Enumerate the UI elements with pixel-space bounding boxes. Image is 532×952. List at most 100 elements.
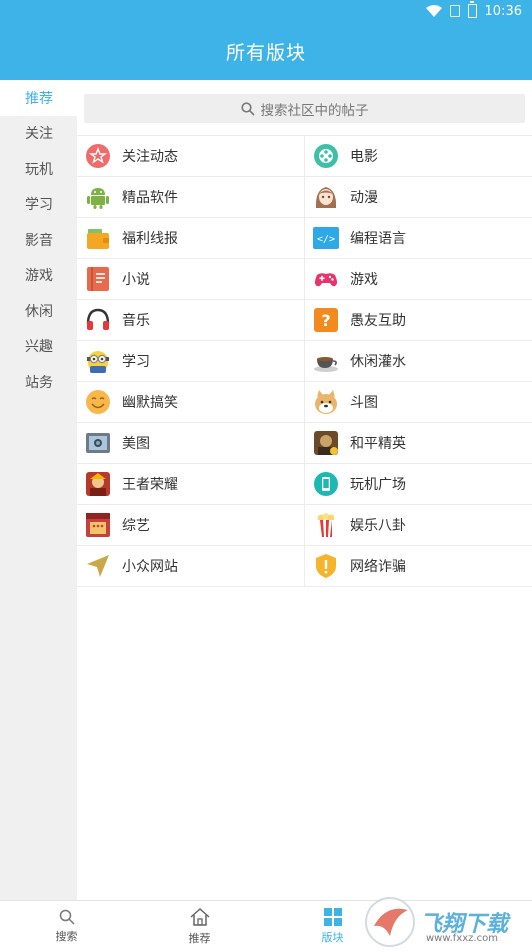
coffee-cup-icon — [313, 348, 339, 374]
headphones-icon — [85, 307, 111, 333]
hero-avatar-icon — [85, 471, 111, 497]
game-avatar-icon — [313, 430, 339, 456]
search-icon — [240, 101, 255, 116]
status-time: 10:36 — [484, 3, 522, 19]
photo-icon — [85, 430, 111, 456]
tab-recommend-label: 推荐 — [188, 932, 211, 945]
board-item[interactable]: 幽默搞笑 — [77, 382, 305, 422]
minion-icon — [85, 348, 111, 374]
sidebar-item[interactable]: 玩机 — [0, 151, 77, 187]
board-item[interactable]: 玩机广场 — [305, 464, 532, 504]
phone-icon — [313, 471, 339, 497]
board-row: 综艺 娱乐八卦 — [77, 505, 532, 546]
board-item[interactable]: 学习 — [77, 341, 305, 381]
board-item[interactable]: 王者荣耀 — [77, 464, 305, 504]
board-item[interactable]: ? 愚友互助 — [305, 300, 532, 340]
board-item[interactable]: 小说 — [77, 259, 305, 299]
board-row: 福利线报 </> 编程语言 — [77, 218, 532, 259]
watermark-sub: www.fxxz.com — [426, 933, 498, 944]
board-item-label: 王者荣耀 — [122, 477, 178, 493]
board-item[interactable]: 休闲灌水 — [305, 341, 532, 381]
tab-search[interactable]: 搜索 — [0, 901, 133, 952]
watermark-bird-icon — [365, 897, 415, 947]
board-item-label: 学习 — [122, 354, 150, 370]
board-item[interactable]: 关注动态 — [77, 136, 305, 176]
board-item-label: 斗图 — [350, 395, 378, 411]
sidebar-item[interactable]: 学习 — [0, 187, 77, 223]
board-item[interactable]: 精品软件 — [77, 177, 305, 217]
board-item[interactable]: 小众网站 — [77, 546, 305, 586]
board-item-label: 幽默搞笑 — [122, 395, 178, 411]
board-item[interactable]: 综艺 — [77, 505, 305, 545]
sidebar-item[interactable]: 游戏 — [0, 258, 77, 294]
sidebar-item[interactable]: 影音 — [0, 222, 77, 258]
category-sidebar: 推荐 关注 玩机 学习 影音 游戏 休闲 兴趣 站务 — [0, 80, 77, 900]
board-item-label: 编程语言 — [350, 231, 406, 247]
android-icon — [85, 184, 111, 210]
board-row: 美图 和平精英 — [77, 423, 532, 464]
shield-alert-icon — [313, 553, 339, 579]
board-item-label: 精品软件 — [122, 190, 178, 206]
board-item[interactable]: 网络诈骗 — [305, 546, 532, 586]
sim-icon — [449, 5, 460, 17]
book-icon — [85, 266, 111, 292]
board-row: 王者荣耀 玩机广场 — [77, 464, 532, 505]
board-row: 小众网站 网络诈骗 — [77, 546, 532, 587]
status-bar: 10:36 — [425, 0, 522, 22]
board-item-label: 美图 — [122, 436, 150, 452]
board-item[interactable]: 动漫 — [305, 177, 532, 217]
search-icon — [59, 909, 75, 925]
question-icon: ? — [313, 307, 339, 333]
board-item[interactable]: </> 编程语言 — [305, 218, 532, 258]
tab-recommend[interactable]: 推荐 — [133, 901, 266, 952]
sidebar-item[interactable]: 推荐 — [0, 80, 77, 116]
sidebar-item[interactable]: 休闲 — [0, 293, 77, 329]
wifi-icon — [425, 5, 442, 17]
page-title: 所有版块 — [225, 42, 306, 64]
board-item-label: 动漫 — [350, 190, 378, 206]
board-item[interactable]: 福利线报 — [77, 218, 305, 258]
board-row: 幽默搞笑 斗图 — [77, 382, 532, 423]
home-icon — [190, 907, 209, 926]
sidebar-item[interactable]: 兴趣 — [0, 329, 77, 365]
doge-icon — [313, 389, 339, 415]
board-item-label: 网络诈骗 — [350, 559, 406, 575]
tab-boards-label: 版块 — [321, 931, 344, 944]
grid-icon — [323, 908, 342, 926]
board-item[interactable]: 斗图 — [305, 382, 532, 422]
watermark-logo: 飞翔下载 www.fxxz.com — [364, 893, 524, 951]
board-item-label: 休闲灌水 — [350, 354, 406, 370]
board-grid: 关注动态 电影精品软件 动漫福利线报 </> 编程语言小说 游戏音乐? 愚友互助学习 休闲灌水… — [77, 135, 532, 587]
sidebar-item[interactable]: 站务 — [0, 364, 77, 400]
board-item-label: 小说 — [122, 272, 150, 288]
board-item[interactable]: 电影 — [305, 136, 532, 176]
sidebar-item[interactable]: 关注 — [0, 116, 77, 152]
gamepad-icon — [313, 266, 339, 292]
board-row: 精品软件 动漫 — [77, 177, 532, 218]
board-item[interactable]: 娱乐八卦 — [305, 505, 532, 545]
board-item-label: 玩机广场 — [350, 477, 406, 493]
board-item-label: 娱乐八卦 — [350, 518, 406, 534]
tab-search-label: 搜索 — [55, 930, 78, 943]
search-input[interactable]: 搜索社区中的帖子 — [84, 94, 525, 123]
svg-text:</>: </> — [317, 234, 335, 245]
app-header: 10:36 所有版块 — [0, 0, 532, 80]
search-placeholder: 搜索社区中的帖子 — [260, 102, 369, 119]
board-row: 音乐? 愚友互助 — [77, 300, 532, 341]
popcorn-icon — [313, 512, 339, 538]
smiley-icon — [85, 389, 111, 415]
board-item[interactable]: 游戏 — [305, 259, 532, 299]
board-item-label: 游戏 — [350, 272, 378, 288]
wallet-icon — [85, 225, 111, 251]
anime-girl-icon — [313, 184, 339, 210]
board-item[interactable]: 美图 — [77, 423, 305, 463]
star-circle-icon — [85, 143, 111, 169]
board-item-label: 综艺 — [122, 518, 150, 534]
board-row: 关注动态 电影 — [77, 136, 532, 177]
battery-icon — [467, 1, 477, 18]
board-item-label: 和平精英 — [350, 436, 406, 452]
board-item[interactable]: 音乐 — [77, 300, 305, 340]
film-reel-icon — [313, 143, 339, 169]
board-item[interactable]: 和平精英 — [305, 423, 532, 463]
board-row: 小说 游戏 — [77, 259, 532, 300]
